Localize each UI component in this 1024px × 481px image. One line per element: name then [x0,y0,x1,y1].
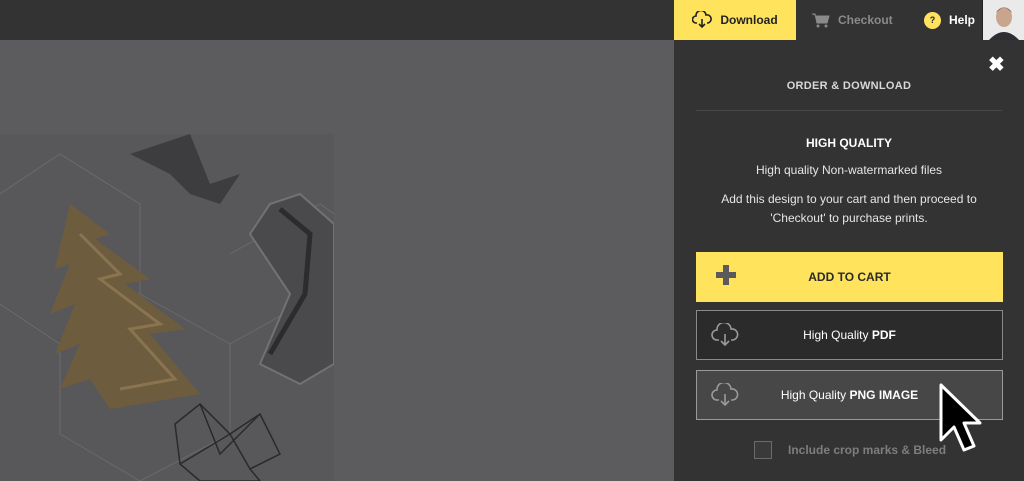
mouse-cursor-icon [939,383,982,452]
cloud-download-icon [711,383,739,407]
add-to-cart-button[interactable]: ADD TO CART [696,252,1003,302]
png-prefix: High Quality [780,388,850,402]
close-icon[interactable]: ✖ [988,55,1005,75]
plus-icon [716,265,736,285]
panel-title: ORDER & DOWNLOAD [786,80,912,92]
download-pdf-button[interactable]: High Quality PDF [696,310,1003,360]
cloud-download-icon [692,11,713,29]
section-title: HIGH QUALITY [806,136,892,150]
pdf-format: PDF [871,328,896,342]
download-tab-label: Download [720,13,778,27]
checkout-tab-label: Checkout [838,13,893,27]
question-icon: ? [924,11,941,29]
section-description: Add this design to your cart and then pr… [721,192,977,225]
download-pdf-label: High Quality PDF [697,328,1002,342]
design-preview-image [0,134,334,481]
download-tab[interactable]: Download [674,0,796,40]
crop-marks-option[interactable]: Include crop marks & Bleed [754,441,946,459]
help-button[interactable]: ? Help [924,0,975,40]
cloud-download-icon [711,323,739,347]
top-bar: Download Checkout ? Help [0,0,1024,40]
crop-marks-checkbox[interactable] [754,441,772,459]
divider [696,110,1002,111]
pdf-prefix: High Quality [803,328,872,342]
user-avatar[interactable] [982,0,1024,40]
add-to-cart-label: ADD TO CART [808,270,891,284]
png-format: PNG IMAGE [849,388,919,402]
section-subtitle: High quality Non-watermarked files [755,163,943,177]
help-label: Help [949,13,976,27]
design-canvas[interactable] [0,40,674,481]
cart-icon [812,13,830,27]
checkout-tab[interactable]: Checkout [812,0,893,40]
crop-marks-label: Include crop marks & Bleed [788,443,947,457]
